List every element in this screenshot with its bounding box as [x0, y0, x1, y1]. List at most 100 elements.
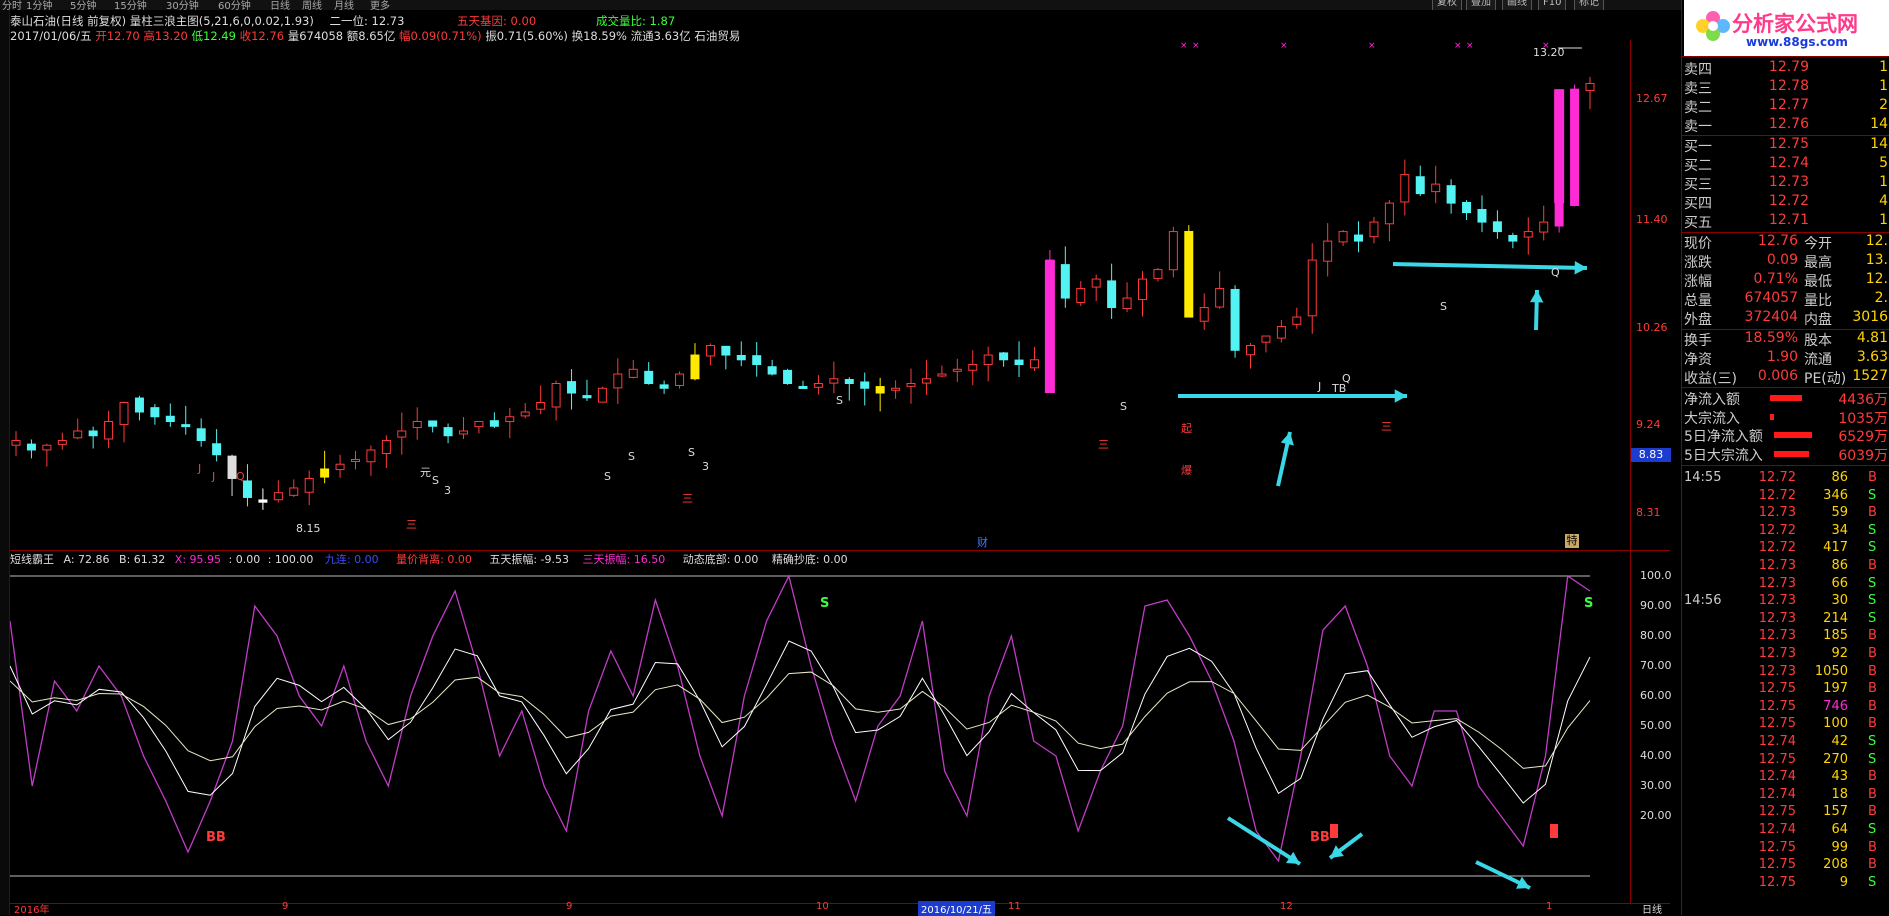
mark-button[interactable]: 标记 [1574, 0, 1604, 10]
indicator-santian: 三天振幅: 16.50 [582, 553, 666, 566]
candle-body [1029, 359, 1039, 369]
chart-title: 泰山石油(日线 前复权) 量柱三浪主图(5,21,6,0,0.02,1.93) [10, 14, 314, 28]
candle-body [628, 368, 638, 378]
tick-row[interactable]: 12.75 197 B [1682, 681, 1889, 699]
ask-label: 卖三 [1684, 81, 1712, 97]
left-vertical-tabs[interactable] [0, 10, 10, 915]
ask-row[interactable]: 卖二 12.77 2 [1682, 97, 1889, 116]
bid-row[interactable]: 买五 12.71 1 [1682, 212, 1889, 231]
f10-button[interactable]: F10 [1538, 0, 1567, 10]
tick-volume: 346 [1823, 487, 1848, 503]
tick-volume: 746 [1823, 698, 1848, 714]
candle-body [227, 455, 237, 479]
candle-body [428, 420, 438, 427]
tick-row[interactable]: 12.73 92 B [1682, 646, 1889, 664]
ask-label: 卖二 [1684, 100, 1712, 116]
x-marker: × [1192, 41, 1200, 51]
overlay-button[interactable]: 叠加 [1466, 0, 1496, 10]
tab-fenshi[interactable]: 分时 [2, 0, 22, 10]
signal-mark: Q [1342, 372, 1351, 385]
indicator-y-tick: 20.00 [1640, 809, 1672, 822]
tick-row[interactable]: 12.75 99 B [1682, 840, 1889, 858]
tick-volume: 99 [1831, 839, 1848, 855]
candle-body [1554, 89, 1565, 204]
tick-row[interactable]: 12.72 346 S [1682, 488, 1889, 506]
ask-row[interactable]: 卖一 12.76 14 [1682, 116, 1889, 135]
candle-body [1168, 231, 1178, 271]
candle-body [119, 402, 129, 426]
candle-body [1384, 202, 1394, 225]
candle-body [921, 378, 931, 384]
tick-row[interactable]: 12.75 270 S [1682, 752, 1889, 770]
tab-week[interactable]: 周线 [302, 0, 322, 10]
candle-body [1477, 208, 1487, 223]
candle-body [1230, 288, 1240, 351]
tab-day[interactable]: 日线 [270, 0, 290, 10]
indicator-chart[interactable] [10, 566, 1630, 903]
tick-row[interactable]: 12.72 34 S [1682, 523, 1889, 541]
fuquan-button[interactable]: 复权 [1432, 0, 1462, 10]
bid-price: 12.73 [1768, 174, 1809, 190]
bid-row[interactable]: 买三 12.73 1 [1682, 174, 1889, 193]
tick-volume: 214 [1823, 610, 1848, 626]
flow-label: 5日大宗流入 [1684, 447, 1763, 464]
bid-row[interactable]: 买一 12.75 14 [1682, 136, 1889, 155]
tick-row[interactable]: 12.73 66 S [1682, 576, 1889, 594]
tick-row[interactable]: 12.75 9 S [1682, 875, 1889, 893]
bid-row[interactable]: 买二 12.74 5 [1682, 155, 1889, 174]
bid-row[interactable]: 买四 12.72 4 [1682, 193, 1889, 212]
buy-signal-icon [1550, 824, 1558, 838]
tab-60min[interactable]: 60分钟 [218, 0, 251, 10]
tick-row[interactable]: 12.73 86 B [1682, 558, 1889, 576]
candle-body [1107, 280, 1117, 309]
candle-body [983, 354, 993, 365]
price-chart[interactable]: × × × × × × × [10, 40, 1630, 550]
signal-mark: S [836, 394, 843, 407]
stat-label: 现价 [1684, 236, 1712, 252]
tick-row[interactable]: 12.73 1050 B [1682, 664, 1889, 682]
tick-row[interactable]: 14:56 12.73 30 S [1682, 593, 1889, 611]
tick-row[interactable]: 12.75 157 B [1682, 804, 1889, 822]
tick-direction: B [1868, 786, 1877, 802]
tab-5min[interactable]: 5分钟 [70, 0, 96, 10]
tick-row[interactable]: 12.72 417 S [1682, 540, 1889, 558]
event-finance[interactable]: 财 [977, 534, 988, 550]
tab-15min[interactable]: 15分钟 [114, 0, 147, 10]
tick-row[interactable]: 12.73 185 B [1682, 628, 1889, 646]
candlestick-series: × × × × × × × [11, 41, 1595, 510]
stat-label: 总量 [1684, 293, 1712, 309]
tick-row[interactable]: 12.75 208 B [1682, 857, 1889, 875]
candle-body [26, 443, 36, 451]
tab-30min[interactable]: 30分钟 [166, 0, 199, 10]
tick-volume: 185 [1823, 628, 1848, 644]
candle-body [551, 383, 561, 408]
bid-label: 买四 [1684, 196, 1712, 212]
tab-more[interactable]: 更多 [370, 0, 390, 10]
tick-row[interactable]: 12.75 746 B [1682, 699, 1889, 717]
tick-row[interactable]: 12.74 43 B [1682, 769, 1889, 787]
tick-row[interactable]: 12.74 42 S [1682, 734, 1889, 752]
event-special[interactable]: 特 [1565, 534, 1579, 548]
candle-body [1462, 201, 1472, 214]
tick-row[interactable]: 12.73 214 S [1682, 611, 1889, 629]
tick-price: 12.73 [1758, 505, 1796, 521]
tab-month[interactable]: 月线 [334, 0, 354, 10]
candle-body [212, 443, 222, 456]
ask-row[interactable]: 卖四 12.79 1 [1682, 59, 1889, 78]
tick-price: 12.75 [1758, 681, 1796, 697]
tab-1min[interactable]: 1分钟 [26, 0, 52, 10]
high-price-label: 13.20 [1533, 46, 1565, 59]
tick-row[interactable]: 12.75 100 B [1682, 716, 1889, 734]
candle-body [1415, 176, 1425, 195]
indicator-name[interactable]: 短线霸王 [10, 553, 54, 566]
indicator-y-tick: 80.00 [1640, 629, 1672, 642]
bid-label: 买五 [1684, 215, 1712, 231]
candle-body [613, 373, 623, 389]
tick-row[interactable]: 12.74 18 B [1682, 787, 1889, 805]
tick-row[interactable]: 14:55 12.72 86 B [1682, 470, 1889, 488]
tick-row[interactable]: 12.74 64 S [1682, 822, 1889, 840]
draw-button[interactable]: 画线 [1502, 0, 1532, 10]
candle-body [659, 384, 669, 389]
tick-row[interactable]: 12.73 59 B [1682, 505, 1889, 523]
ask-row[interactable]: 卖三 12.78 1 [1682, 78, 1889, 97]
